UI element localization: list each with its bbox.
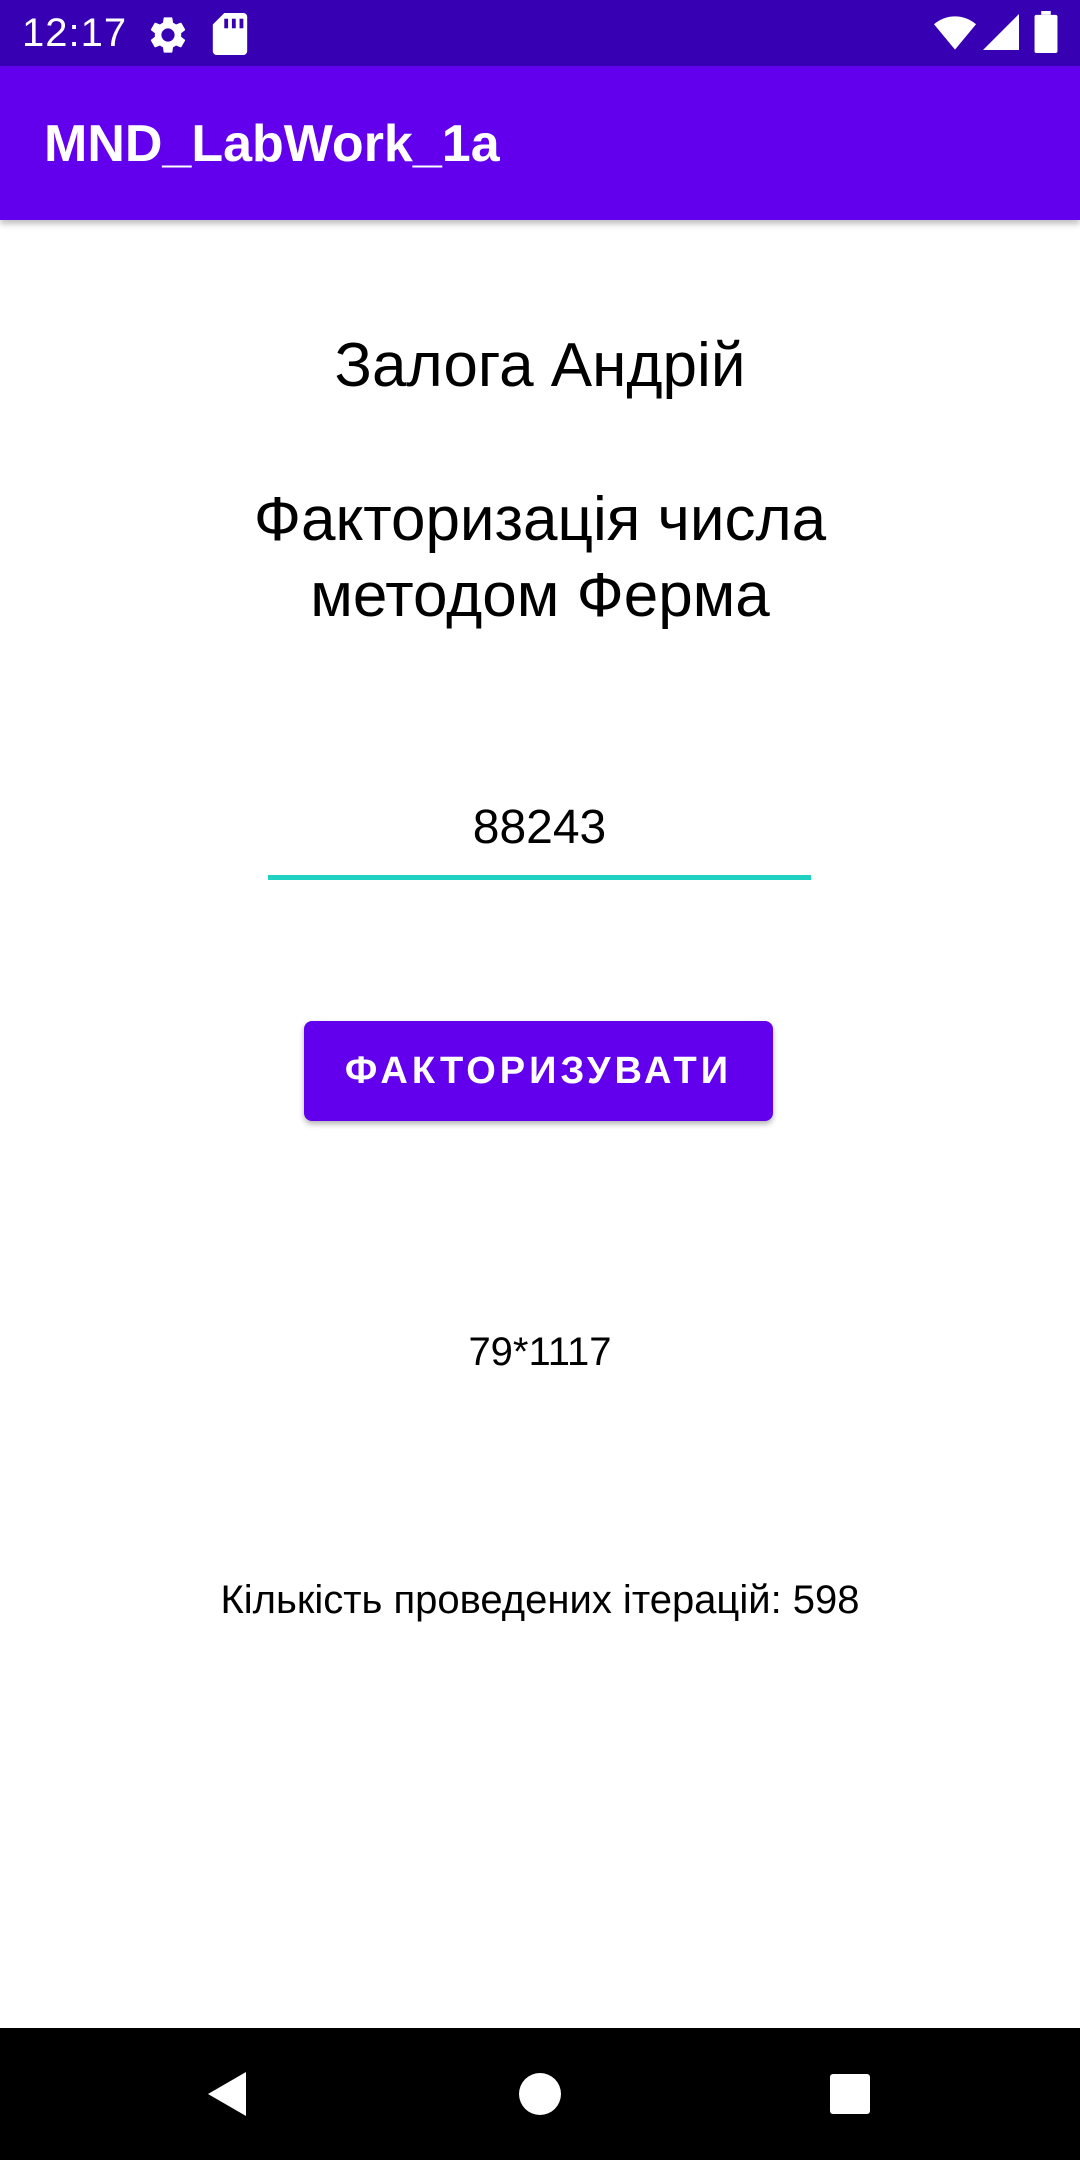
sd-card-icon: [212, 13, 248, 55]
factorization-result: 79*1117: [468, 1330, 612, 1374]
cellular-signal-icon: [983, 14, 1019, 50]
wifi-icon: [934, 16, 976, 50]
app-bar: MND_LabWork_1a: [0, 66, 1080, 220]
topic-title-line-2: методом Ферма: [310, 561, 770, 630]
app-title: MND_LabWork_1a: [44, 115, 500, 173]
number-input[interactable]: [268, 780, 811, 880]
recents-icon[interactable]: [810, 2054, 890, 2134]
author-name: Залога Андрій: [334, 331, 746, 400]
home-icon[interactable]: [500, 2054, 580, 2134]
main-content: Залога Андрій Факторизація числа методом…: [0, 220, 1080, 2028]
status-time: 12:17: [22, 11, 128, 55]
iterations-count: Кількість проведених ітерацій: 598: [220, 1578, 860, 1622]
factorize-button[interactable]: ФАКТОРИЗУВАТИ: [304, 1021, 773, 1121]
back-icon[interactable]: [186, 2054, 266, 2134]
navigation-bar: [0, 2028, 1080, 2160]
gear-icon: [150, 17, 186, 53]
topic-title-line-1: Факторизація числа: [253, 485, 827, 554]
topic-title: Факторизація числа методом Ферма: [0, 482, 1080, 634]
battery-icon: [1034, 11, 1058, 53]
status-bar: 12:17: [0, 0, 1080, 66]
